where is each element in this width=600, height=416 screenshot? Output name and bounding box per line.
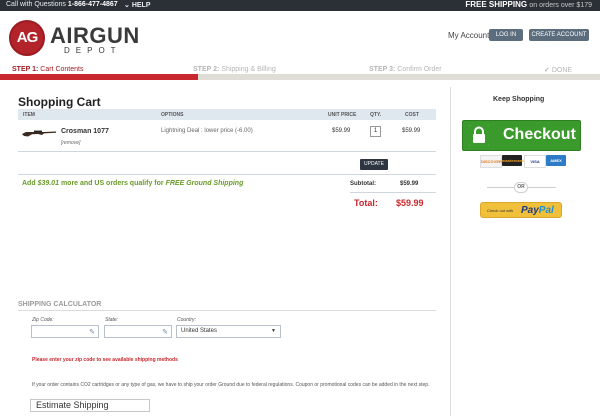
country-select[interactable]: United States ▼ [176,325,281,338]
step-shipping-billing: STEP 2: Shipping & Billing [193,66,276,73]
step-3-label: Confirm Order [397,66,442,73]
promo-amount: $39.01 [37,180,59,187]
pin-icon: ✎ [162,329,168,336]
zip-field[interactable]: ✎ [31,325,99,338]
country-label: Country: [177,317,196,323]
paypal-checkout-button[interactable]: Check out with PayPal [480,202,562,218]
promo-mid: more and US orders qualify for [60,180,164,187]
shipping-divider [18,310,436,311]
totals-divider [350,192,436,193]
step-3-num: STEP 3: [369,66,396,73]
login-button[interactable]: LOG IN [489,29,523,41]
remove-link[interactable]: [remove] [61,140,80,146]
col-qty: QTY. [370,112,382,118]
total-label: Total: [354,198,378,208]
logo-mark[interactable]: AG [9,20,45,56]
zip-warning: Please enter your zip code to see availa… [32,357,178,363]
dropdown-arrow-icon: ▼ [271,328,276,334]
step-1-label: Cart Contents [40,66,84,73]
create-account-button[interactable]: CREATE ACCOUNT [529,29,589,41]
product-name[interactable]: Crosman 1077 [61,128,109,135]
promo-prefix: Add [22,180,36,187]
update-button[interactable]: UPDATE [360,159,388,170]
phone-number[interactable]: 1-866-477-4867 [68,1,118,8]
check-icon: ✓ [544,67,550,74]
state-field[interactable]: ✎ [104,325,172,338]
top-bar: Call with Questions 1-866-477-4867 ⌄ HEL… [0,0,600,11]
paypal-pay: Pay [521,205,539,216]
step-done: ✓ DONE [544,66,572,74]
progress-fill [0,74,198,80]
or-badge: OR [514,182,528,193]
help-label: HELP [131,2,151,9]
pin-icon: ✎ [89,329,95,336]
visa-card-icon: VISA [524,155,546,168]
checkout-progress-bar [0,74,600,80]
call-label: Call with Questions [6,1,66,8]
checkout-label: Checkout [503,126,576,143]
amex-card-icon: AMEX [546,155,566,166]
discover-card-icon: DISCOVER [480,155,502,168]
free-shipping-promo: Add $39.01 more and US orders qualify fo… [22,180,243,187]
free-shipping-rest: on orders over $179 [529,2,592,9]
logo-sub: DEPOT [64,46,122,55]
col-options: OPTIONS [161,112,184,118]
zip-label: Zip Code: [32,317,54,323]
quantity-input[interactable]: 1 [370,126,381,137]
cart-table-header: ITEM OPTIONS UNIT PRICE QTY. COST [18,109,436,120]
unit-price: $59.99 [332,128,351,134]
paypal-logo: PayPal [521,205,554,216]
step-confirm-order: STEP 3: Confirm Order [369,66,442,73]
shipping-calculator-title: SHIPPING CALCULATOR [18,301,102,308]
row-divider [18,151,436,152]
checkout-button[interactable]: Checkout [462,120,581,151]
state-label: State: [105,317,119,323]
subtotal-label: Subtotal: [350,181,376,187]
free-shipping-bold: FREE SHIPPING [465,0,528,9]
step-cart-contents: STEP 1: Cart Contents [12,66,83,73]
product-options: Lightning Deal : lower price (-6.00) [161,128,253,134]
lock-icon [469,125,489,146]
shipping-note: If your order contains CO2 cartridges or… [32,382,430,388]
total-value: $59.99 [396,198,424,208]
help-menu[interactable]: ⌄ HELP [124,1,150,9]
col-item: ITEM [23,112,35,118]
col-cost: COST [405,112,419,118]
column-divider [450,87,451,416]
col-unit-price: UNIT PRICE [328,112,357,118]
estimate-shipping-button[interactable]: Estimate Shipping [30,399,150,412]
country-value: United States [181,328,218,334]
paypal-pal: Pal [538,205,554,216]
step-4-label: DONE [551,67,573,74]
step-1-num: STEP 1: [12,66,39,73]
my-account-link[interactable]: My Account [448,31,489,40]
page-title: Shopping Cart [18,95,101,109]
paypal-prefix: Check out with [487,208,514,213]
rifle-thumbnail[interactable] [22,128,56,138]
line-cost: $59.99 [402,128,421,134]
promo-free-ground: FREE Ground Shipping [165,180,244,187]
call-info: Call with Questions 1-866-477-4867 [6,1,118,8]
payment-cards: DISCOVER mastercard VISA AMEX [480,155,566,168]
free-shipping-banner: FREE SHIPPING on orders over $179 [465,0,592,9]
step-2-num: STEP 2: [193,66,220,73]
step-2-label: Shipping & Billing [221,66,276,73]
keep-shopping-link[interactable]: Keep Shopping [493,96,544,103]
subtotal-value: $59.99 [400,181,419,187]
mastercard-icon: mastercard [502,155,524,166]
row-divider [18,174,436,175]
